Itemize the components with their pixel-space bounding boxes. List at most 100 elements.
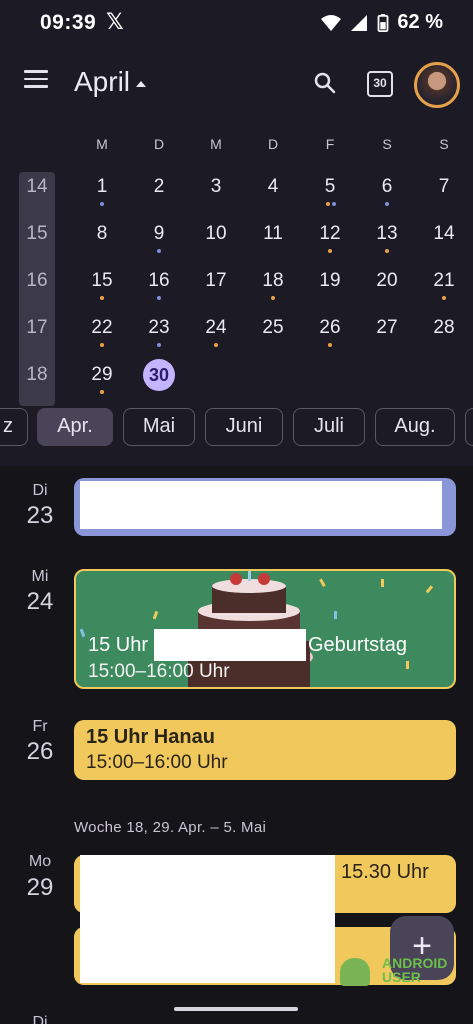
month-chip[interactable]: z (0, 408, 28, 446)
status-bar: 09:39 𝕏 62 % (0, 0, 473, 48)
x-logo-icon: 𝕏 (106, 9, 124, 34)
weekday-header: F (325, 136, 335, 152)
calendar-day[interactable]: 24 (198, 317, 234, 339)
calendar-day[interactable]: 2 (141, 176, 177, 198)
avatar[interactable] (414, 62, 460, 108)
agenda-day-number: 26 (26, 738, 54, 765)
calendar-day[interactable]: 22 (84, 317, 120, 339)
hamburger-menu-icon[interactable] (24, 70, 48, 90)
search-icon[interactable] (313, 71, 337, 95)
agenda-day-number: 23 (26, 502, 54, 529)
calendar-day[interactable]: 21 (426, 270, 462, 292)
calendar-day[interactable]: 29 (84, 364, 120, 386)
calendar-day[interactable]: 1 (84, 176, 120, 198)
event-title-prefix: 15 Uhr (88, 634, 149, 656)
redacted-area (80, 481, 442, 529)
agenda-day-name: Mo (28, 853, 52, 870)
month-chip[interactable]: Mai (123, 408, 195, 446)
event-dot (326, 202, 330, 206)
calendar-day[interactable]: 5 (312, 176, 348, 198)
month-grid: M D M D F S S 14 15 16 17 18 1 2 3 4 5 6… (0, 130, 473, 406)
weekday-header: S (439, 136, 449, 152)
event-dot (385, 249, 389, 253)
calendar-day[interactable]: 8 (84, 223, 120, 245)
month-chip-row: z Apr. Mai Juni Juli Aug. (0, 408, 473, 452)
caret-up-icon[interactable] (136, 81, 146, 87)
calendar-day[interactable]: 6 (369, 176, 405, 198)
redacted-area (154, 629, 306, 661)
event-dot (100, 202, 104, 206)
month-chip[interactable]: Aug. (375, 408, 455, 446)
agenda-day-number: 29 (26, 874, 54, 901)
calendar-day[interactable]: 23 (141, 317, 177, 339)
weekday-header: M (96, 136, 108, 152)
event-dot (332, 202, 336, 206)
agenda-day-name: Di (32, 482, 48, 499)
event-dot (100, 296, 104, 300)
weekday-header: S (382, 136, 392, 152)
agenda-day-number: 24 (26, 588, 54, 615)
event-title: 15.30 Uhr (341, 861, 429, 883)
event-dot (442, 296, 446, 300)
event-dot (328, 249, 332, 253)
event-dot (157, 343, 161, 347)
calendar-day[interactable]: 3 (198, 176, 234, 198)
event-dot (100, 343, 104, 347)
signal-icon (351, 14, 368, 31)
calendar-day[interactable]: 4 (255, 176, 291, 198)
calendar-day[interactable]: 27 (369, 317, 405, 339)
calendar-day[interactable]: 26 (312, 317, 348, 339)
month-chip[interactable] (465, 408, 473, 446)
calendar-day[interactable]: 15 (84, 270, 120, 292)
agenda-day-name: Mi (31, 568, 49, 585)
battery-icon (378, 13, 389, 32)
calendar-day[interactable]: 7 (426, 176, 462, 198)
calendar-day[interactable]: 13 (369, 223, 405, 245)
event-card[interactable] (74, 478, 456, 536)
agenda-day-name: Fr (32, 718, 48, 735)
month-chip-selected[interactable]: Apr. (37, 408, 113, 446)
week-number: 17 (26, 317, 48, 338)
calendar-day[interactable]: 9 (141, 223, 177, 245)
calendar-day[interactable]: 10 (198, 223, 234, 245)
event-time: 15:00–16:00 Uhr (86, 752, 228, 773)
calendar-day[interactable]: 17 (198, 270, 234, 292)
week-separator: Woche 18, 29. Apr. – 5. Mai (74, 819, 267, 836)
event-title-suffix: Geburtstag (308, 634, 407, 656)
month-chip[interactable]: Juli (293, 408, 365, 446)
redacted-area (80, 855, 335, 983)
calendar-day[interactable]: 16 (141, 270, 177, 292)
birthday-event-card[interactable]: 15 Uhr Geburtstag 15:00–16:00 Uhr (74, 569, 456, 689)
event-dot (157, 296, 161, 300)
calendar-day[interactable]: 19 (312, 270, 348, 292)
week-number: 15 (26, 223, 48, 244)
home-indicator[interactable] (174, 1007, 298, 1011)
week-number: 18 (26, 364, 48, 385)
calendar-day[interactable]: 18 (255, 270, 291, 292)
week-number: 16 (26, 270, 48, 291)
today-calendar-icon[interactable]: 30 (367, 71, 393, 97)
calendar-day-today[interactable]: 30 (143, 359, 175, 391)
calendar-day[interactable]: 11 (255, 223, 291, 245)
month-title[interactable]: April (74, 66, 130, 98)
event-dot (157, 249, 161, 253)
calendar-day[interactable]: 12 (312, 223, 348, 245)
weekday-header: D (153, 136, 165, 152)
calendar-day[interactable]: 28 (426, 317, 462, 339)
calendar-day[interactable]: 20 (369, 270, 405, 292)
weekday-header: M (210, 136, 222, 152)
calendar-day[interactable]: 25 (255, 317, 291, 339)
event-dot (271, 296, 275, 300)
week-number: 14 (26, 176, 48, 197)
calendar-day[interactable]: 14 (426, 223, 462, 245)
event-title: 15 Uhr Hanau (86, 726, 215, 748)
event-dot (328, 343, 332, 347)
event-card[interactable]: 15 Uhr Hanau 15:00–16:00 Uhr (74, 720, 456, 780)
status-time: 09:39 (40, 11, 97, 34)
event-dot (385, 202, 389, 206)
event-dot (100, 390, 104, 394)
event-time: 15:00–16:00 Uhr (88, 661, 230, 682)
agenda-day-name: Di (32, 1014, 48, 1024)
weekday-header: D (267, 136, 279, 152)
month-chip[interactable]: Juni (205, 408, 283, 446)
